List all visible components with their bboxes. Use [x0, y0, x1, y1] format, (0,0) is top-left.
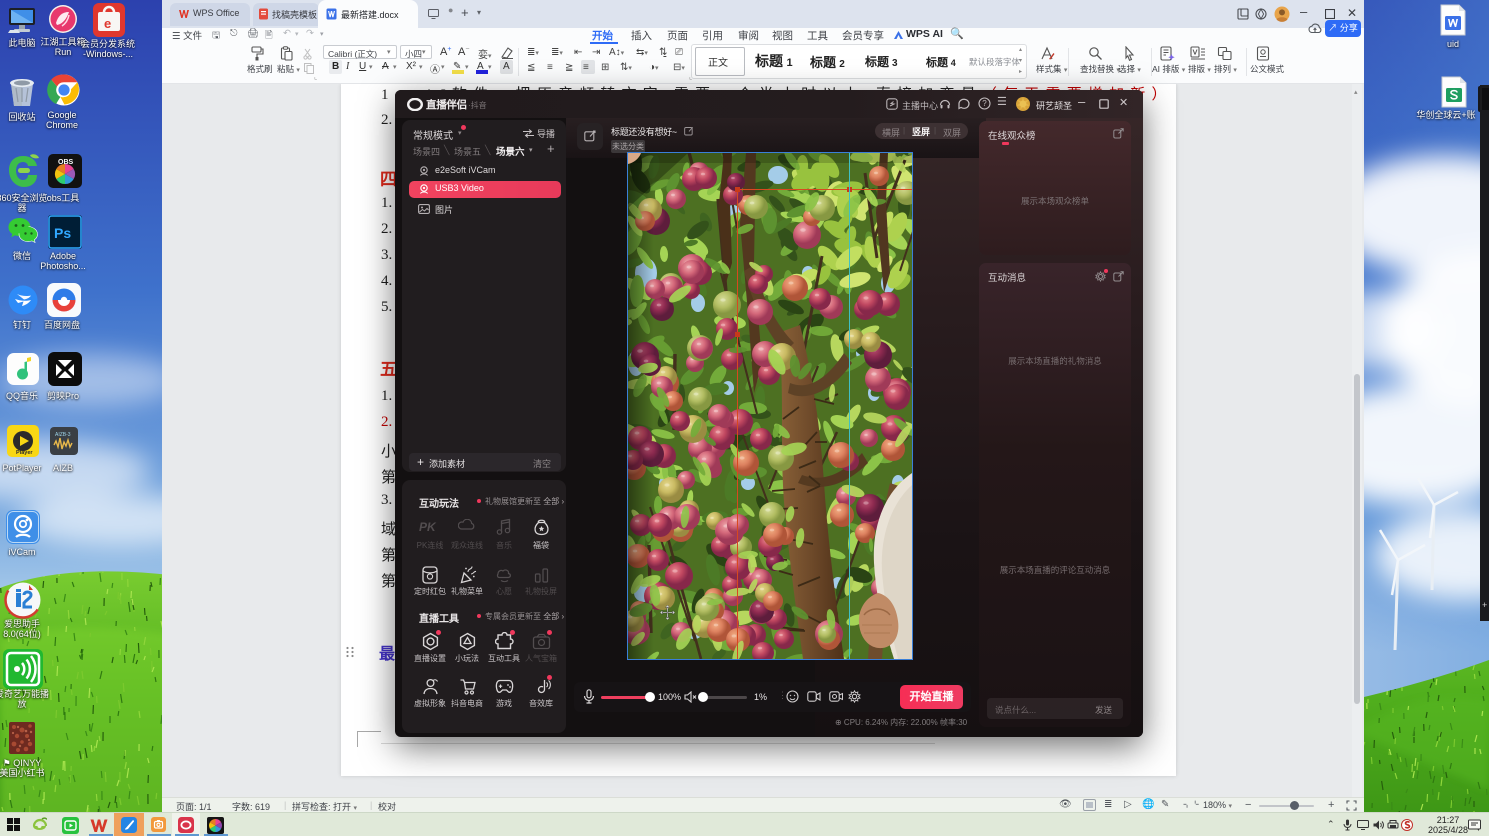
svg-text:Ps: Ps: [54, 225, 71, 241]
svg-text:e: e: [104, 16, 111, 31]
svg-text:?: ?: [982, 99, 987, 108]
svg-text:Player: Player: [16, 450, 33, 456]
svg-text:AIZB-3: AIZB-3: [55, 432, 71, 438]
